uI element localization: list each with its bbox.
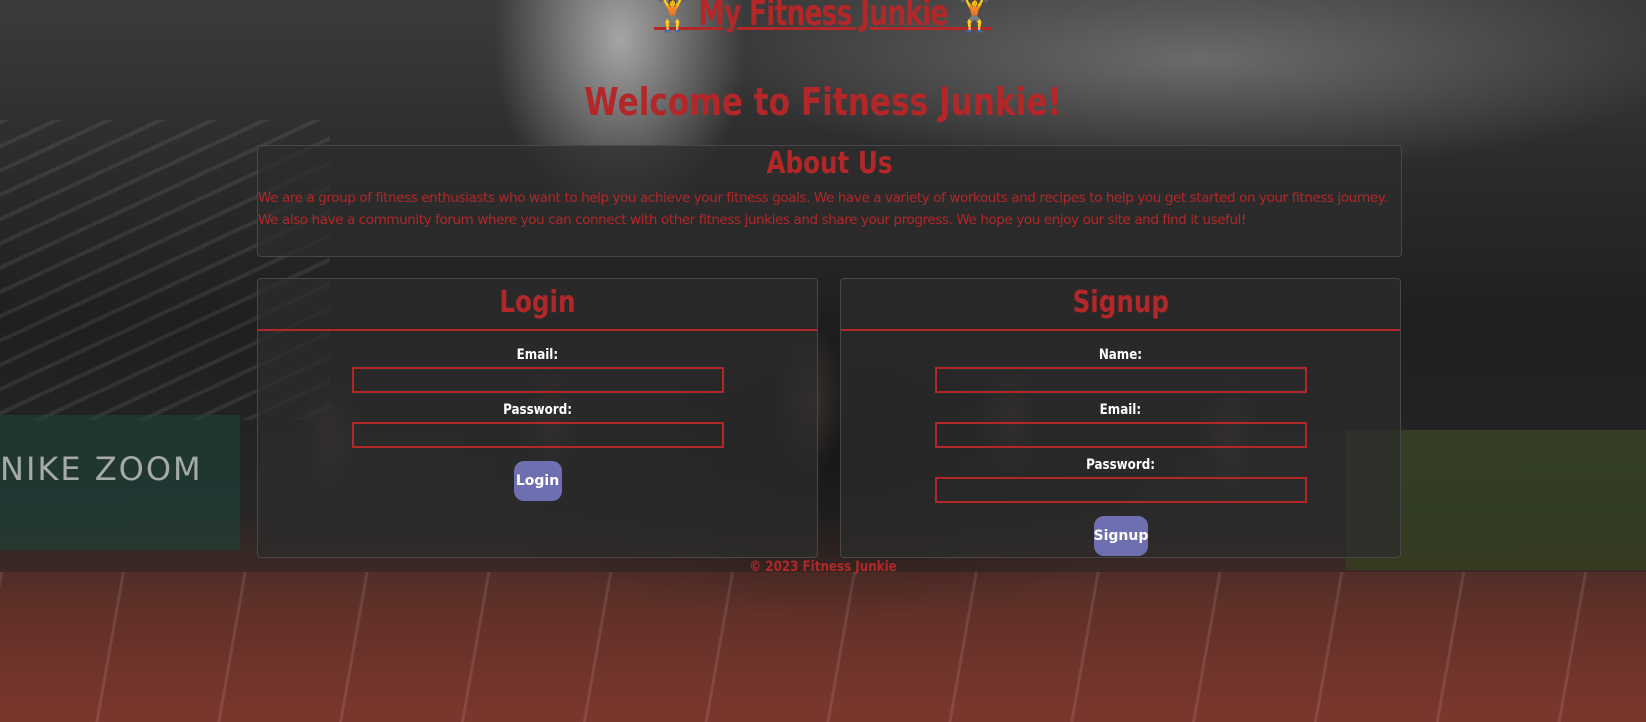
site-title-link[interactable]: 🏋️ My Fitness Junkie 🏋️ [148, 0, 1498, 34]
about-section: About Us We are a group of fitness enthu… [257, 145, 1402, 257]
signup-button[interactable]: Signup [1093, 516, 1148, 556]
signup-form: Name: Email: Password: Signup [841, 331, 1400, 556]
stadium-banner [0, 415, 240, 550]
welcome-heading: Welcome to Fitness Junkie! [584, 80, 1062, 124]
signup-title-text: Signup [1072, 285, 1169, 320]
login-password-input[interactable] [351, 422, 724, 448]
login-form: Email: Password: Login [258, 331, 817, 501]
running-track [0, 572, 1646, 722]
signup-name-label: Name: [1098, 347, 1143, 363]
login-section: Login Email: Password: Login [257, 278, 818, 558]
signup-email-input[interactable] [934, 422, 1307, 448]
login-email-label: Email: [516, 347, 559, 363]
login-password-label: Password: [503, 402, 572, 418]
signup-password-input[interactable] [934, 477, 1307, 503]
login-title: Login [258, 279, 817, 331]
signup-section: Signup Name: Email: Password: Signup [840, 278, 1401, 558]
about-text: We are a group of fitness enthusiasts wh… [258, 190, 1388, 228]
login-button[interactable]: Login [513, 461, 562, 501]
banner-text: NIKE ZOOM [0, 450, 203, 488]
login-title-text: Login [499, 285, 576, 320]
signup-title: Signup [841, 279, 1400, 331]
login-email-input[interactable] [351, 367, 724, 393]
signup-email-label: Email: [1099, 402, 1142, 418]
signup-password-label: Password: [1086, 457, 1155, 473]
signup-name-input[interactable] [934, 367, 1307, 393]
footer-copyright: © 2023 Fitness Junkie [749, 559, 897, 575]
about-title: About Us [766, 146, 893, 181]
